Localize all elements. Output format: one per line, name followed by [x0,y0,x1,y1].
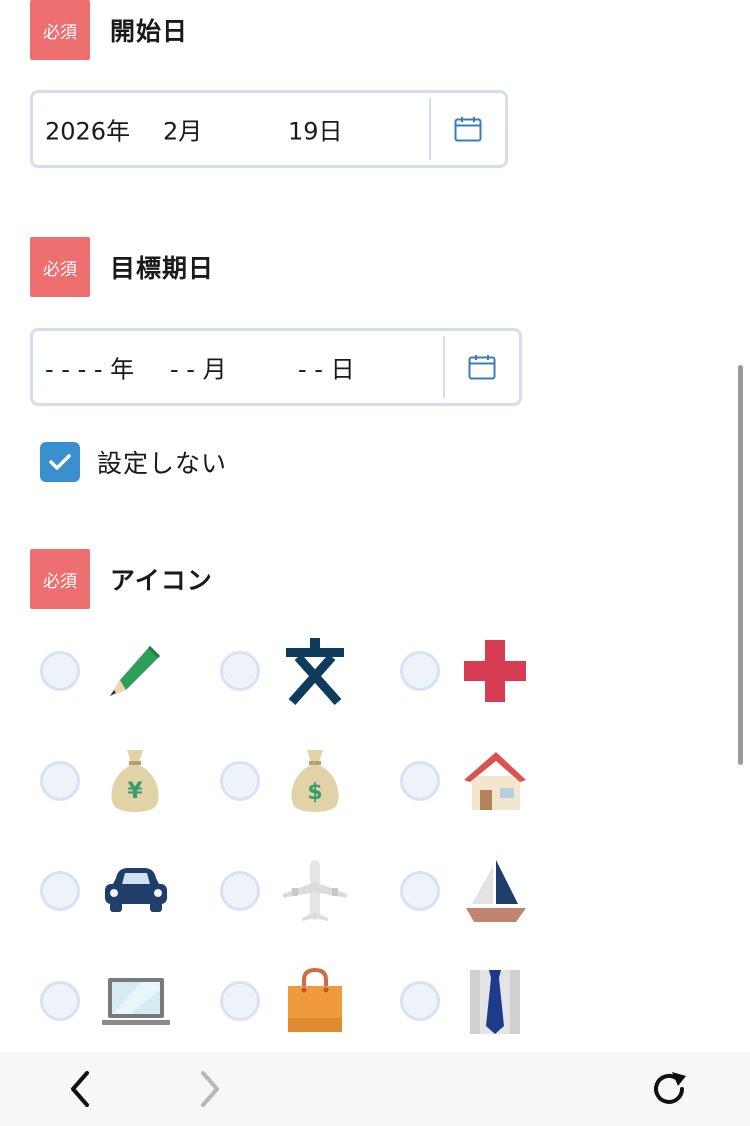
target-date-day[interactable]: - - 日 [298,350,355,385]
svg-text:$: $ [307,780,322,805]
dollar-money-bag-icon: $ [280,746,350,816]
calendar-icon [454,117,482,142]
forward-button[interactable] [180,1052,240,1126]
icon-option-shirt-tie[interactable] [400,966,530,1036]
target-date-year[interactable]: - - - - 年 [45,350,134,385]
start-date-month[interactable]: 2月 [163,112,202,147]
airplane-icon [280,856,350,926]
scrollbar[interactable] [738,365,743,765]
icon-radio[interactable] [400,651,440,691]
icon-radio[interactable] [220,761,260,801]
reload-button[interactable] [640,1052,700,1126]
laptop-icon [100,966,170,1036]
chevron-left-icon [71,1071,89,1107]
start-date-day[interactable]: 19日 [288,112,343,147]
no-setting-label[interactable]: 設定しない [97,444,227,480]
start-date-calendar-button[interactable] [429,98,505,160]
icon-radio[interactable] [40,871,80,911]
start-date-title: 開始日 [110,17,189,46]
target-date-month[interactable]: - - 月 [170,350,227,385]
calendar-icon [468,355,496,380]
red-cross-icon [460,636,530,706]
icon-title: アイコン [110,566,213,595]
icon-radio[interactable] [40,651,80,691]
icon-radio[interactable] [40,981,80,1021]
icon-radio[interactable] [220,981,260,1021]
icon-option-pencil[interactable] [40,636,170,706]
icon-radio[interactable] [220,871,260,911]
chevron-right-icon [201,1071,219,1107]
icon-radio[interactable] [220,651,260,691]
back-button[interactable] [50,1052,110,1126]
icon-option-car[interactable] [40,856,170,926]
start-date-input[interactable]: 2026年 2月 19日 [30,90,508,168]
target-date-header: 必須 目標期日 [30,237,214,297]
required-badge: 必須 [30,237,90,297]
icon-option-airplane[interactable] [220,856,350,926]
page: 必須 開始日 2026年 2月 19日 必須 目標期日 - - - - 年 - … [0,0,750,1126]
start-date-year[interactable]: 2026年 [45,112,130,147]
shopping-bag-icon [280,966,350,1036]
no-setting-checkbox[interactable] [40,442,80,482]
yen-money-bag-icon: ¥ [100,746,170,816]
required-badge: 必須 [30,0,90,60]
icon-option-shopping-bag[interactable] [220,966,350,1036]
icon-radio[interactable] [400,981,440,1021]
start-date-text[interactable]: 2026年 2月 19日 [33,93,429,165]
pencil-icon [100,636,170,706]
target-date-calendar-button[interactable] [443,336,519,398]
browser-bottom-bar [0,1052,750,1126]
icon-radio[interactable] [400,761,440,801]
svg-text:¥: ¥ [127,779,143,804]
icon-option-laptop[interactable] [40,966,170,1036]
icon-option-sailboat[interactable] [400,856,530,926]
target-date-title: 目標期日 [110,254,215,283]
checkmark-icon [49,454,71,470]
icon-radio[interactable] [40,761,80,801]
icon-option-cross[interactable] [400,636,530,706]
no-setting-option[interactable]: 設定しない [40,442,227,482]
start-date-header: 必須 開始日 [30,0,188,60]
icon-option-house[interactable] [400,746,530,816]
car-icon [100,856,170,926]
icon-option-text[interactable] [220,636,350,706]
icon-option-dollar-bag[interactable]: $ [220,746,350,816]
icon-option-yen-bag[interactable]: ¥ [40,746,170,816]
icon-header: 必須 アイコン [30,549,213,609]
reload-icon [654,1072,686,1104]
target-date-input[interactable]: - - - - 年 - - 月 - - 日 [30,328,522,406]
sailboat-icon [460,856,530,926]
text-character-icon [280,636,350,706]
target-date-text[interactable]: - - - - 年 - - 月 - - 日 [33,331,443,403]
house-icon [460,746,530,816]
icon-radio[interactable] [400,871,440,911]
required-badge: 必須 [30,549,90,609]
shirt-tie-icon [460,966,530,1036]
